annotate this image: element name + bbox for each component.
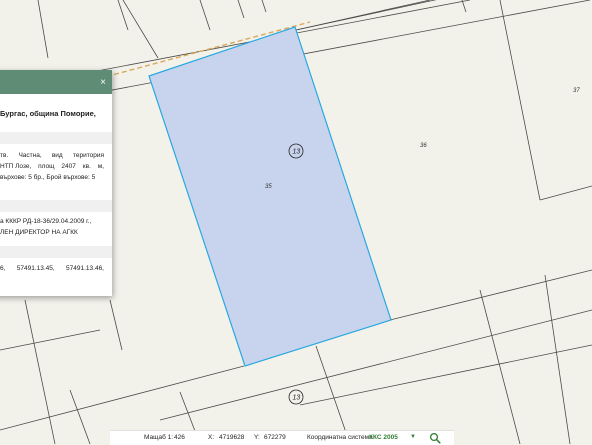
coordinate-system-select[interactable]: ККС 2005 [369,434,398,441]
popup-section-divider [0,132,112,144]
parcel-info-popup: × Бургас, община Поморие, тв. Частна, ви… [0,70,112,296]
close-icon[interactable]: × [98,78,108,88]
parcel-label-37: 37 [573,88,580,94]
chevron-down-icon[interactable]: ▼ [410,434,416,440]
y-coordinate-label: Y: [254,434,260,441]
coordinate-system-label: Координатна система: [307,434,375,441]
x-coordinate-value: 4719628 [219,434,245,441]
scale-value: 426 [174,434,185,441]
popup-neighbors-line: 6, 57491.13.45, 57491.13.46, [0,265,104,272]
popup-description-line-1: тв. Частна, вид територия [0,152,104,159]
map-status-bar: Мащаб 1: 426 X: 4719628 Y: 672279 Коорди… [110,430,454,445]
block-number-label-lower: 13 [293,395,301,402]
popup-section-divider [0,200,112,212]
block-number-label: 13 [293,149,301,156]
y-coordinate-value: 672279 [264,434,286,441]
popup-section-divider [0,246,112,258]
popup-description-line-2: НТП Лозе, площ 2407 кв. м, [0,163,104,170]
popup-description-line-3: върхове: 5 бр., Брой върхове: 5 [0,174,96,181]
parcel-label-36: 36 [420,143,427,149]
search-icon[interactable] [429,432,441,444]
popup-address: Бургас, община Поморие, [0,109,96,118]
popup-header: × [0,70,112,94]
popup-order-line-2: ЛЕН ДИРЕКТОР НА АГКК [0,229,78,236]
parcel-label-35: 35 [265,184,272,190]
scale-label: Мащаб 1: [144,434,174,441]
popup-order-line-1: а КККР РД-18-36/29.04.2009 г., [0,218,92,225]
x-coordinate-label: X: [208,434,215,441]
